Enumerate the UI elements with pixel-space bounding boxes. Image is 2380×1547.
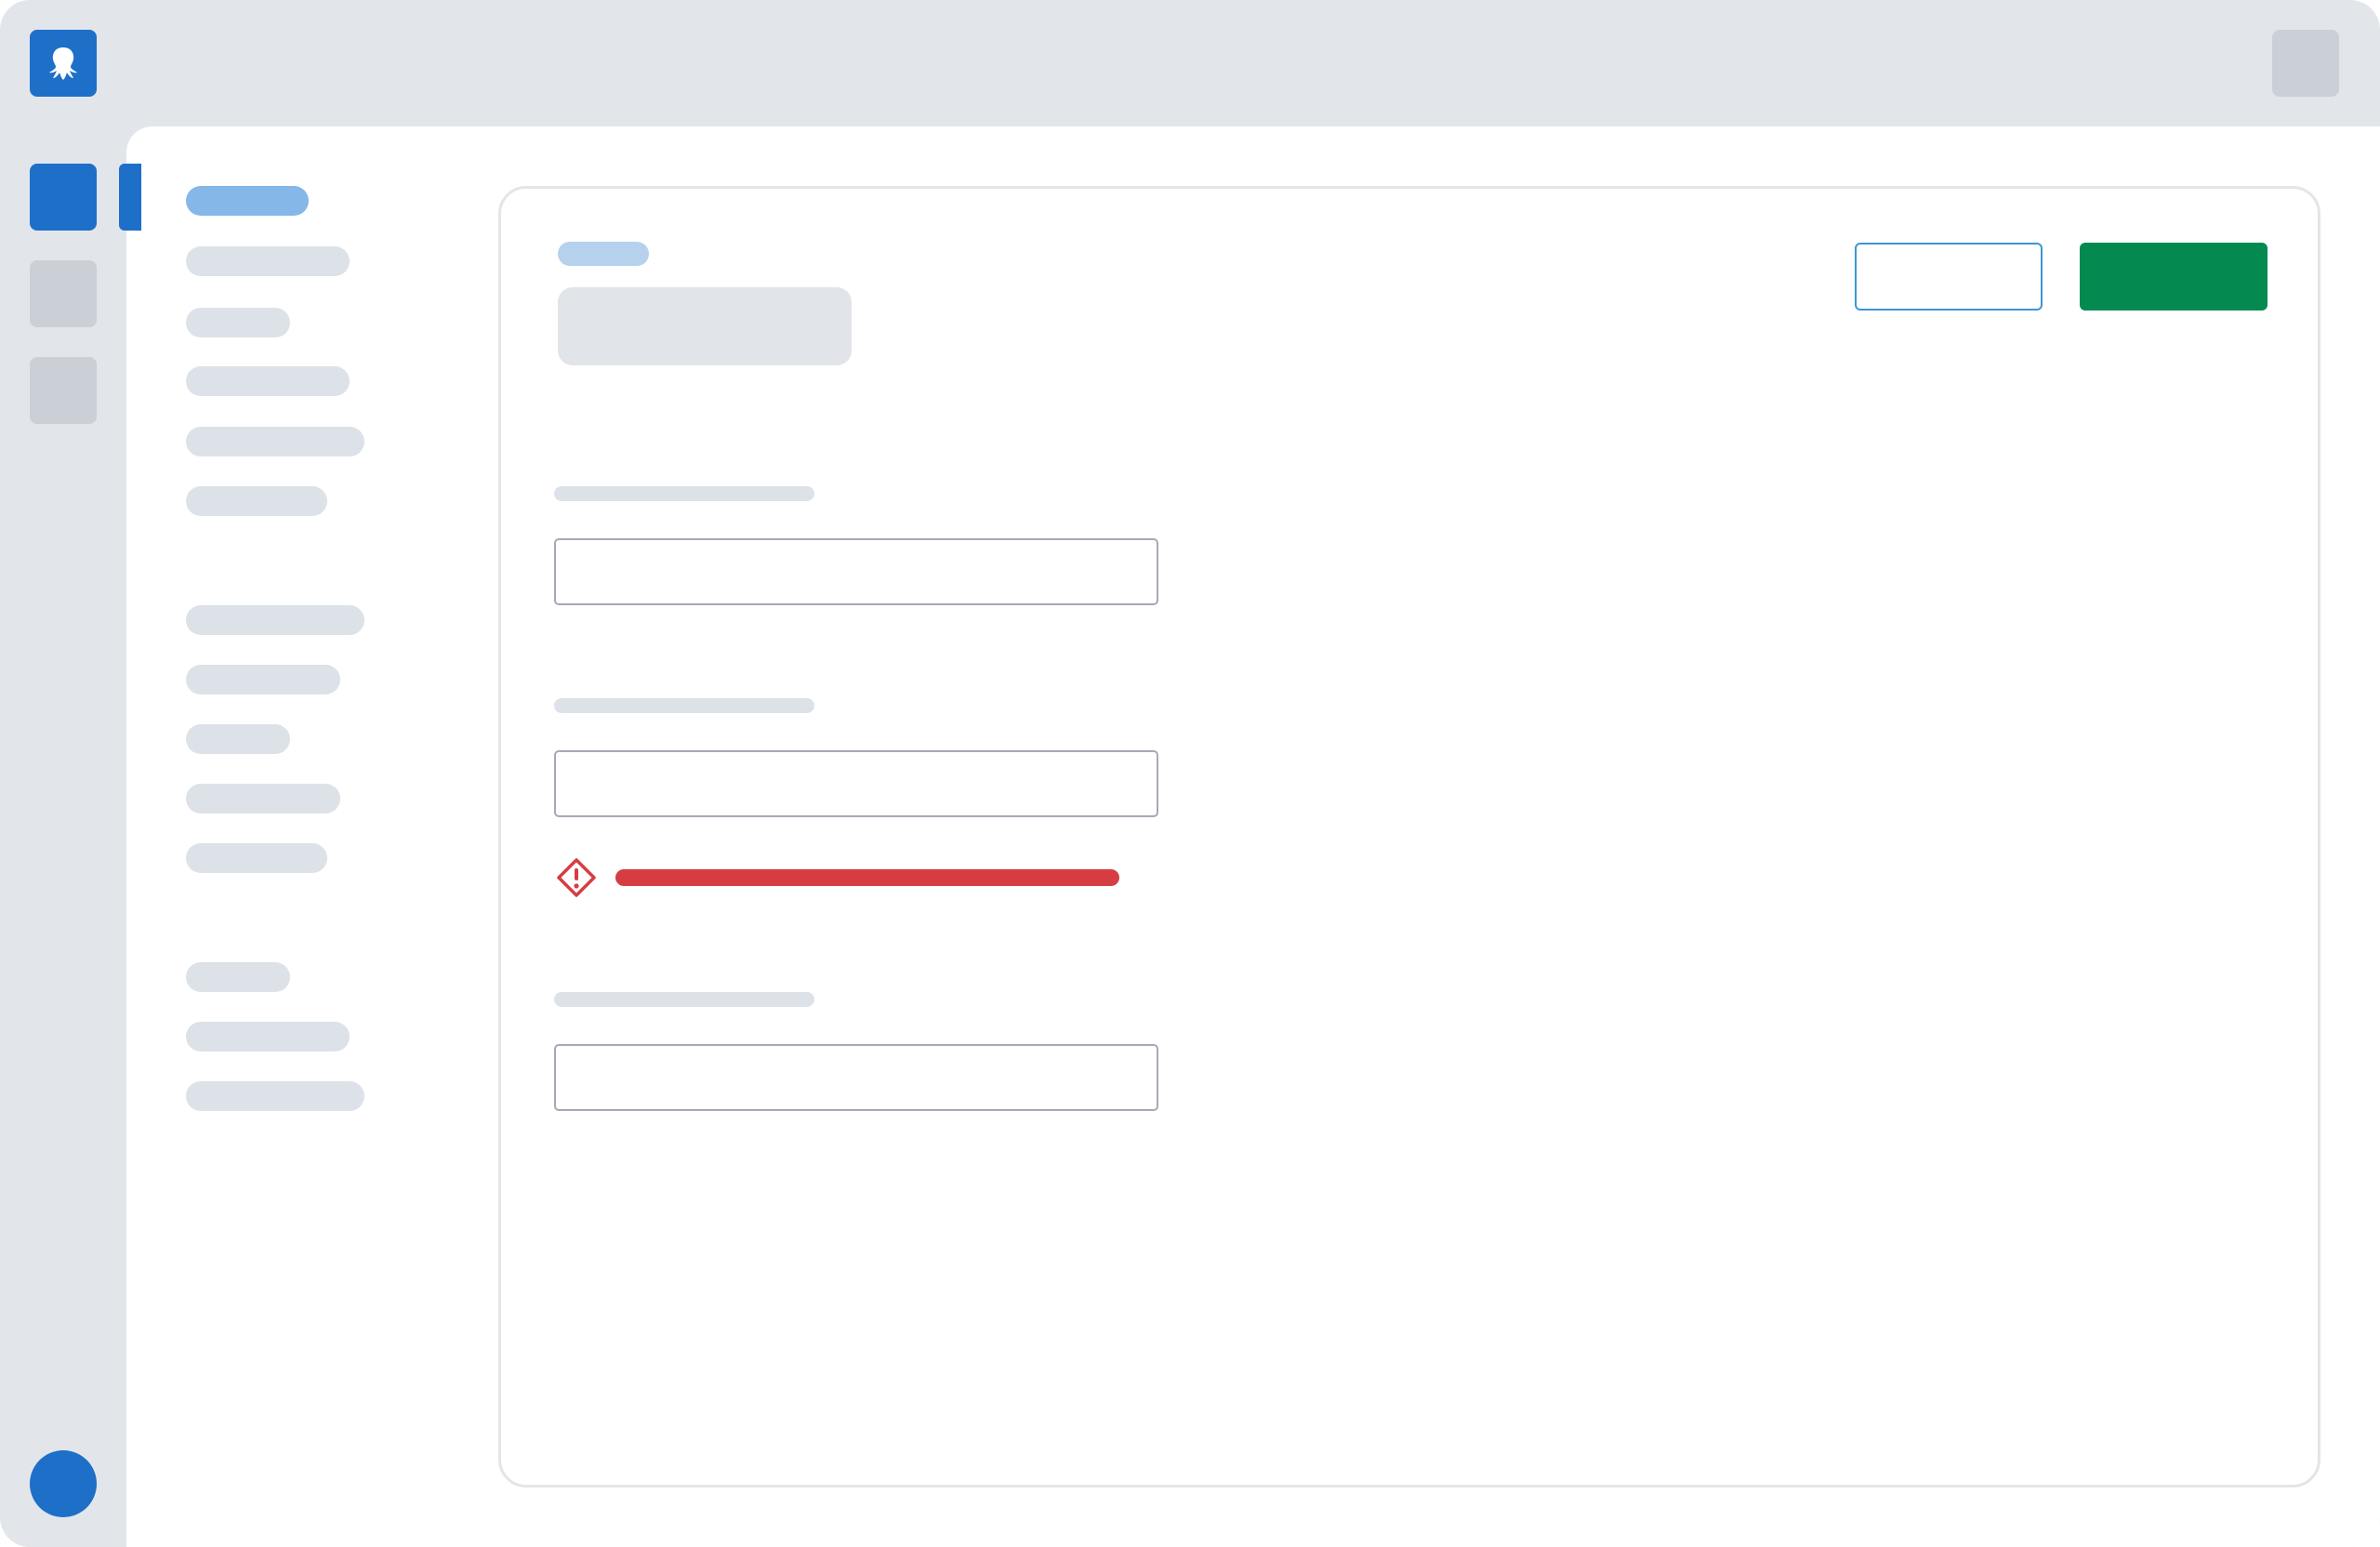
sidebar-item[interactable]	[186, 1081, 364, 1111]
warning-diamond-icon	[557, 858, 596, 897]
sidebar-item[interactable]	[186, 843, 327, 873]
form-card	[498, 186, 2320, 1488]
app-frame	[0, 0, 2380, 1547]
sidebar-item[interactable]	[186, 486, 327, 516]
secondary-button[interactable]	[1855, 243, 2043, 311]
sidebar-item[interactable]	[186, 366, 350, 396]
sidebar-item[interactable]	[186, 665, 340, 694]
error-message	[615, 869, 1119, 886]
user-avatar[interactable]	[30, 1450, 97, 1517]
rail-item-3[interactable]	[30, 357, 97, 424]
sidebar-item[interactable]	[186, 1022, 350, 1051]
octopus-logo-icon	[49, 47, 77, 80]
field-label	[554, 992, 814, 1007]
sidebar-item[interactable]	[186, 308, 290, 337]
sidebar-item[interactable]	[186, 962, 290, 992]
save-button[interactable]	[2080, 243, 2268, 311]
sidebar-item[interactable]	[186, 784, 340, 813]
rail-active-indicator	[119, 164, 141, 231]
page-title	[558, 287, 852, 365]
sidebar-item[interactable]	[186, 724, 290, 754]
sidebar-item-active[interactable]	[186, 186, 309, 216]
sidebar-item[interactable]	[186, 605, 364, 635]
text-input[interactable]	[554, 538, 1158, 605]
account-menu-button[interactable]	[2272, 30, 2339, 97]
breadcrumb[interactable]	[558, 242, 649, 266]
sidebar-item[interactable]	[186, 246, 350, 276]
sidebar-item[interactable]	[186, 427, 364, 456]
rail-item-1[interactable]	[30, 164, 97, 231]
text-input-error[interactable]	[554, 750, 1158, 817]
text-input[interactable]	[554, 1044, 1158, 1111]
app-logo[interactable]	[30, 30, 97, 97]
rail-item-2[interactable]	[30, 260, 97, 327]
field-label	[554, 698, 814, 713]
field-label	[554, 486, 814, 501]
